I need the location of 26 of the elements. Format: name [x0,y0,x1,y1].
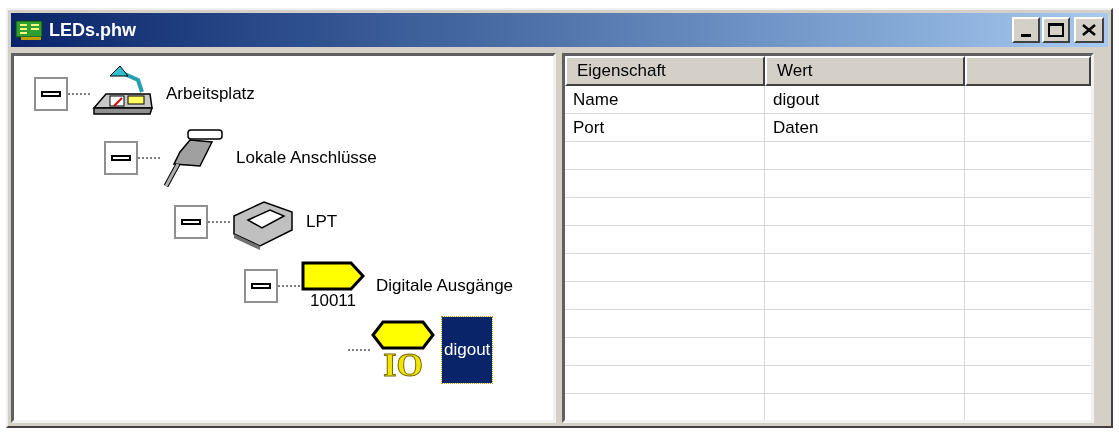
minimize-button[interactable] [1012,17,1040,43]
tree-item-label[interactable]: Lokale Anschlüsse [236,145,377,171]
table-cell: Port [565,114,765,141]
table-cell: digout [765,86,965,113]
tree-item-label[interactable]: digout [442,317,493,383]
icon-caption: 10011 [310,291,356,311]
column-header[interactable] [965,56,1091,86]
collapse-toggle[interactable] [104,141,138,175]
column-header[interactable]: Eigenschaft [565,56,765,86]
table-cell: Daten [765,114,965,141]
close-icon [1082,24,1096,36]
maximize-button[interactable] [1042,17,1070,43]
tag-icon [301,261,365,291]
tree-item-label[interactable]: Digitale Ausgänge [376,273,514,299]
collapse-toggle[interactable] [174,205,208,239]
circuit-board-icon [15,19,45,41]
collapse-toggle[interactable] [244,269,278,303]
table-cell: Name [565,86,765,113]
collapse-toggle[interactable] [34,77,68,111]
window-title: LEDs.phw [49,18,136,42]
tree-item-label[interactable]: LPT [306,209,338,235]
hexagon-icon [371,320,435,350]
tree-item-label[interactable]: Arbeitsplatz [166,81,255,107]
icon-caption: IO [383,350,423,380]
close-button[interactable] [1074,17,1104,43]
column-header[interactable]: Wert [765,56,965,86]
